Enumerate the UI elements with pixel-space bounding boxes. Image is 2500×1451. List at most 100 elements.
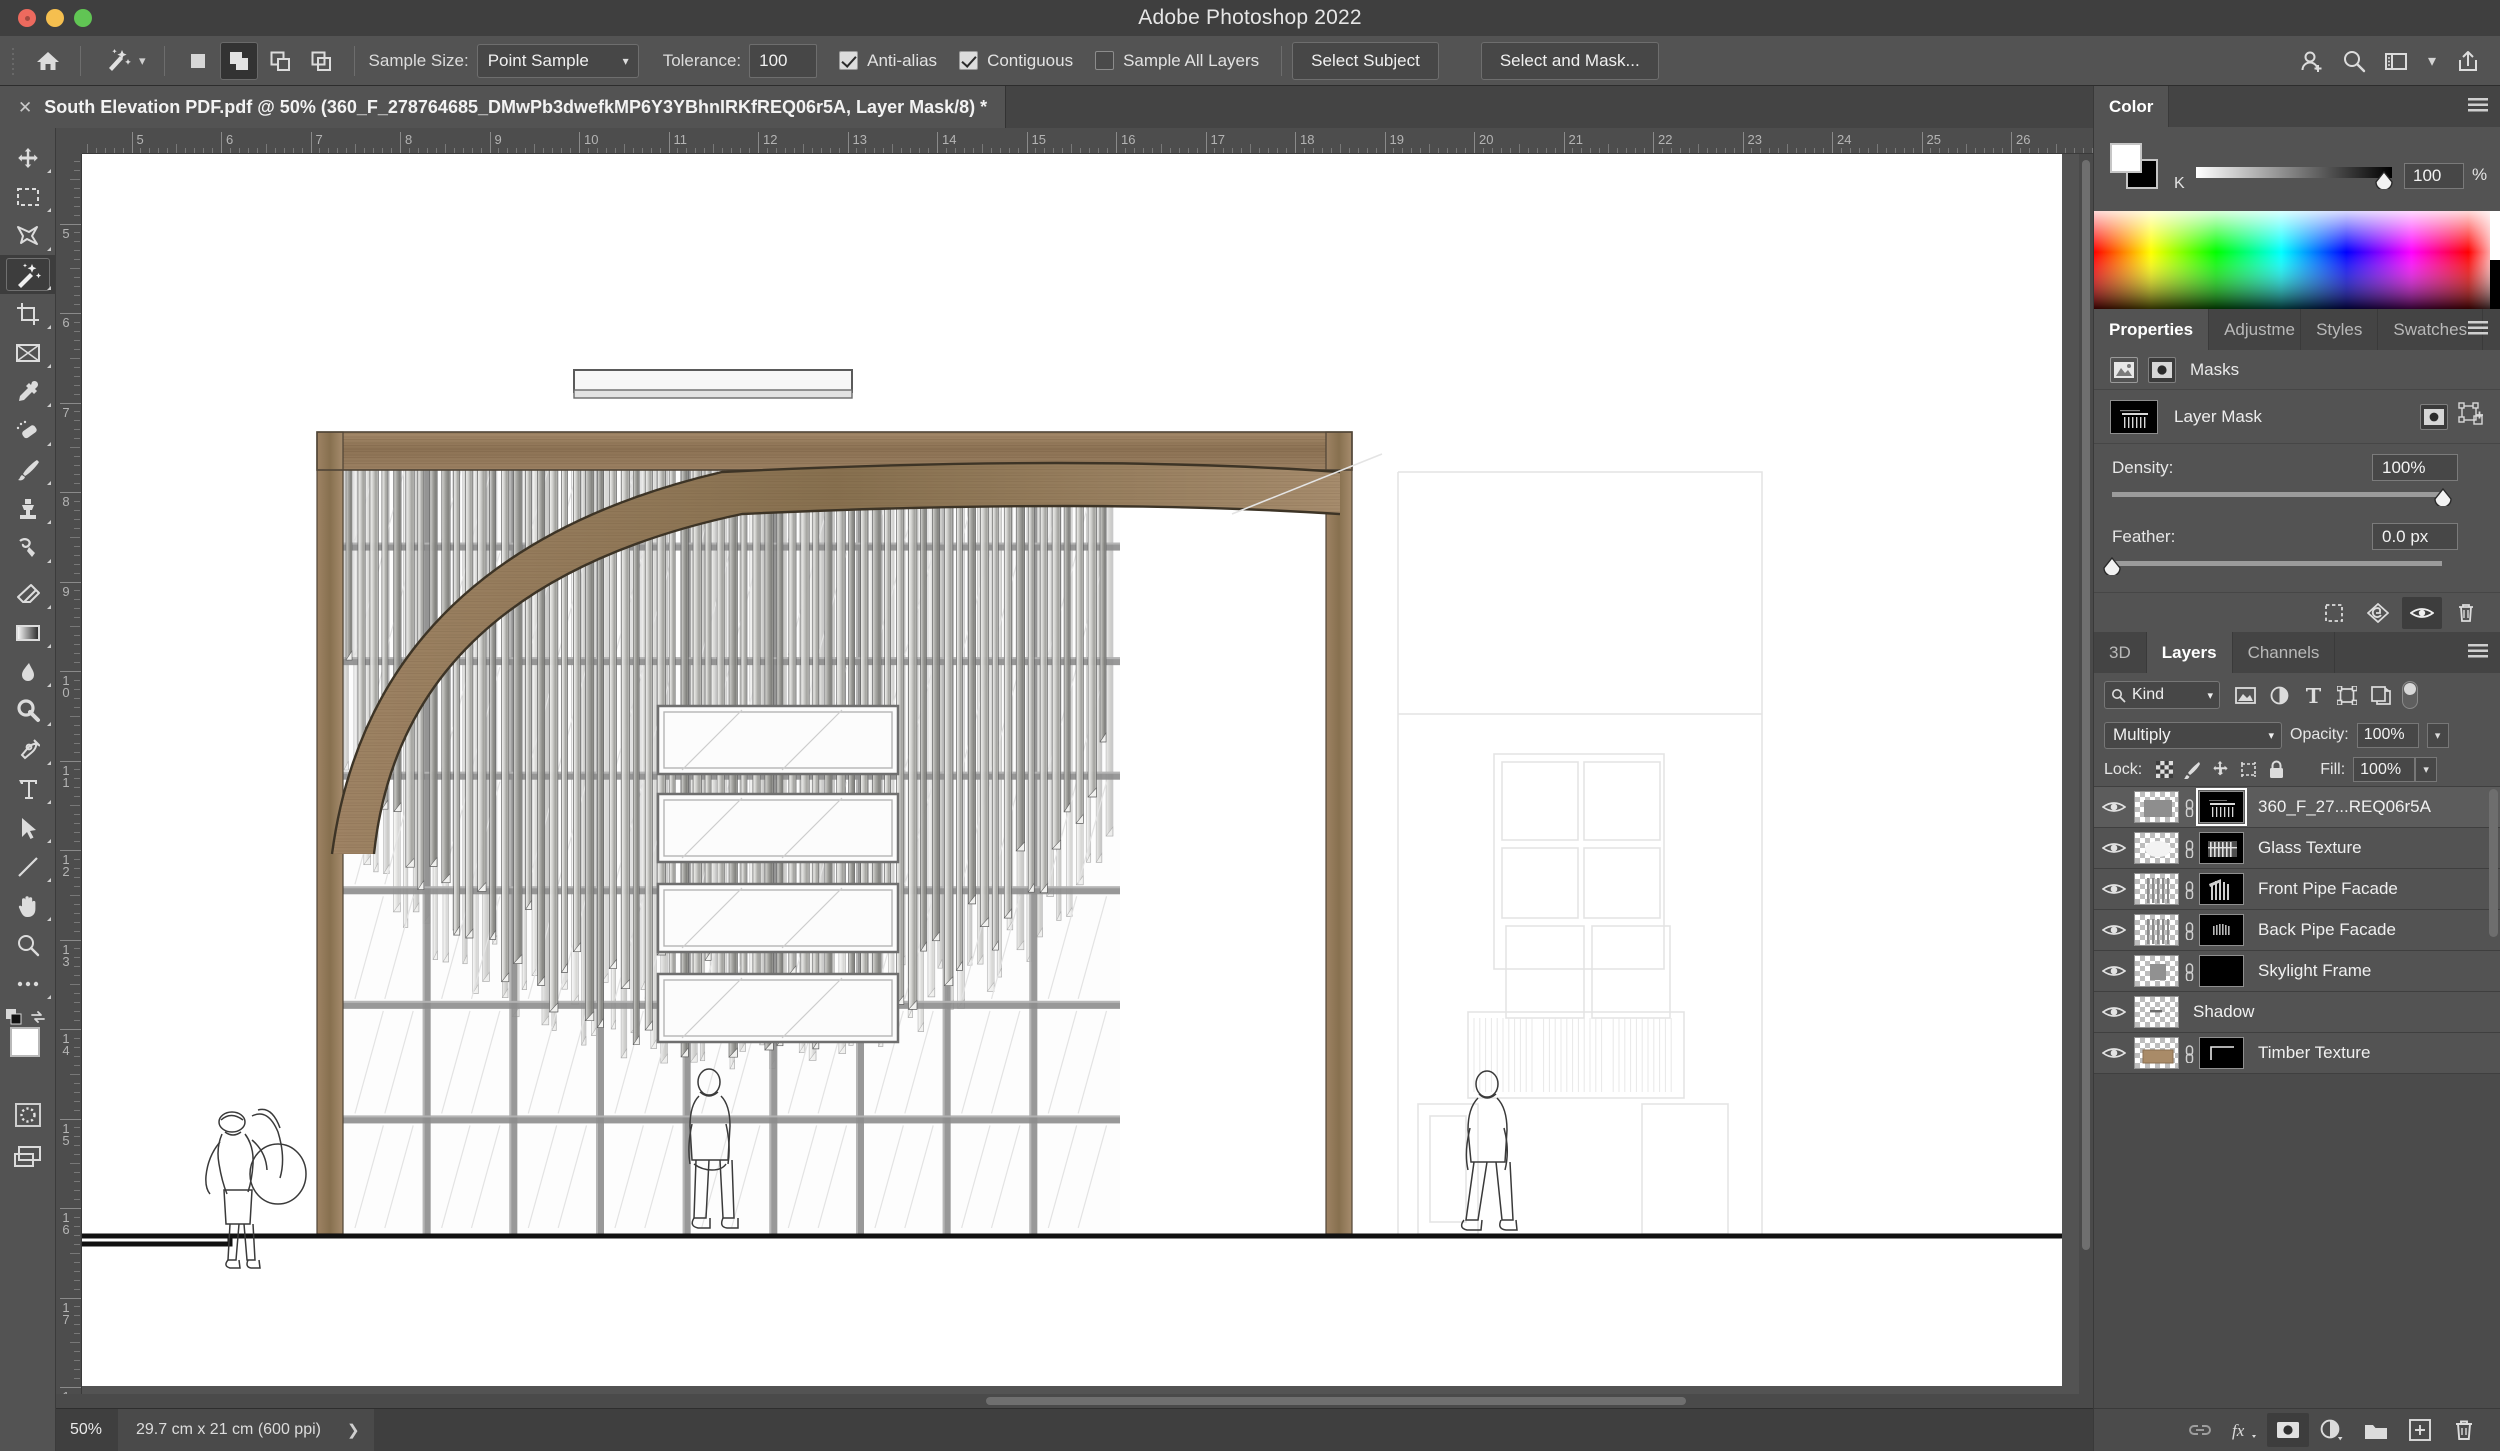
layer-visibility-icon[interactable] [2094,1045,2134,1061]
foreground-color-swatch[interactable] [10,1027,40,1057]
mask-link-icon[interactable] [2179,879,2199,899]
layer-row[interactable]: Timber Texture [2094,1033,2500,1074]
sample-all-layers-checkbox[interactable]: Sample All Layers [1095,51,1259,71]
layer-thumbnail[interactable] [2134,791,2179,823]
search-icon[interactable] [2336,43,2372,79]
brush-tool[interactable] [0,450,56,489]
layer-mask-thumbnail[interactable] [2199,955,2244,987]
path-selection-tool[interactable] [0,808,56,847]
layer-visibility-icon[interactable] [2094,840,2134,856]
add-layer-mask-icon[interactable] [2267,1413,2309,1447]
mask-link-icon[interactable] [2179,961,2199,981]
mask-link-icon[interactable] [2179,838,2199,858]
filter-adjustment-icon[interactable] [2262,680,2296,710]
quick-mask-icon[interactable] [0,1095,56,1135]
feather-value[interactable]: 0.0 px [2372,523,2458,550]
panel-menu-icon[interactable] [2468,98,2488,114]
k-channel-slider-thumb[interactable] [2375,170,2393,191]
zoom-tool[interactable] [0,925,56,964]
layer-thumbnail[interactable] [2134,873,2179,905]
layer-thumbnail[interactable] [2134,914,2179,946]
eyedropper-tool[interactable] [0,372,56,411]
close-icon[interactable]: ✕ [18,99,32,116]
vector-mask-icon[interactable] [2148,356,2176,383]
tab-properties[interactable]: Properties [2094,309,2210,350]
density-value[interactable]: 100% [2372,454,2458,481]
spot-healing-brush-tool[interactable] [0,411,56,450]
lasso-tool[interactable] [0,216,56,255]
move-tool[interactable] [0,138,56,177]
layer-thumbnail[interactable] [2134,832,2179,864]
layer-mask-thumbnail[interactable] [2199,832,2244,864]
subtract-from-selection-button[interactable] [261,42,299,80]
color-spectrum-field[interactable] [2094,211,2500,309]
default-colors-icon[interactable] [6,1009,22,1025]
rectangular-marquee-tool[interactable] [0,177,56,216]
ruler-origin[interactable] [56,128,82,154]
add-pixel-mask-icon[interactable] [2420,403,2448,430]
anti-alias-checkbox[interactable]: Anti-alias [839,51,937,71]
chevron-down-icon[interactable]: ▾ [2420,43,2444,79]
zoom-button[interactable] [74,9,92,27]
mask-thumbnail[interactable] [2110,399,2158,434]
crop-tool[interactable] [0,294,56,333]
layer-row[interactable]: Front Pipe Facade [2094,869,2500,910]
layer-style-fx-icon[interactable]: fx [2223,1413,2265,1447]
line-tool[interactable] [0,847,56,886]
filter-kind-select[interactable]: Kind ▾ [2104,681,2220,709]
load-selection-icon[interactable] [2314,597,2354,629]
foreground-color-swatch[interactable] [2110,143,2142,173]
layer-mask-thumbnail[interactable] [2196,788,2247,826]
frame-tool[interactable] [0,333,56,372]
clone-stamp-tool[interactable] [0,489,56,528]
add-vector-mask-icon[interactable] [2458,402,2484,431]
select-subject-button[interactable]: Select Subject [1292,41,1439,80]
add-to-selection-button[interactable] [219,41,258,80]
lock-artboard-icon[interactable] [2234,757,2262,783]
new-layer-icon[interactable] [2399,1413,2441,1447]
layer-visibility-icon[interactable] [2094,1004,2134,1020]
hand-tool[interactable] [0,886,56,925]
chevron-right-icon[interactable]: ❯ [347,1421,360,1439]
pixel-mask-icon[interactable] [2110,356,2138,383]
tool-preset-picker[interactable]: ▾ [95,43,150,79]
fill-value[interactable]: 100% [2353,757,2416,782]
delete-layer-icon[interactable] [2443,1413,2485,1447]
layer-mask-thumbnail[interactable] [2199,914,2244,946]
layer-thumbnail[interactable] [2134,955,2179,987]
canvas-horizontal-scrollbar[interactable] [56,1394,2093,1408]
tolerance-input[interactable]: 100 [749,43,818,78]
new-group-icon[interactable] [2355,1413,2397,1447]
document-info[interactable]: 29.7 cm x 21 cm (600 ppi) ❯ [118,1408,374,1451]
close-button[interactable] [18,9,36,27]
eraser-tool[interactable] [0,574,56,613]
export-icon[interactable] [2450,43,2486,79]
share-user-icon[interactable] [2294,43,2330,79]
layer-row[interactable]: Skylight Frame [2094,951,2500,992]
edit-toolbar-ellipsis-icon[interactable] [0,964,56,1003]
k-channel-ramp[interactable] [2196,167,2392,178]
tab-color[interactable]: Color [2094,86,2170,127]
color-swatch-pair[interactable] [2110,143,2162,191]
feather-slider-thumb[interactable] [2103,556,2121,577]
fill-stepper[interactable]: ▾ [2415,757,2438,782]
workspace-icon[interactable] [2378,43,2414,79]
filter-smart-object-icon[interactable] [2364,680,2398,710]
minimize-button[interactable] [46,9,64,27]
filter-pixel-icon[interactable] [2228,680,2262,710]
document-tab[interactable]: ✕ South Elevation PDF.pdf @ 50% (360_F_2… [0,86,1007,128]
layer-mask-thumbnail[interactable] [2199,1037,2244,1069]
lock-all-icon[interactable] [2262,757,2290,783]
layers-scrollbar[interactable] [2489,789,2498,937]
intersect-with-selection-button[interactable] [302,42,340,80]
filter-shape-icon[interactable] [2330,680,2364,710]
feather-slider[interactable] [2103,556,2442,577]
lock-transparent-pixels-icon[interactable] [2150,757,2178,783]
options-bar-grip[interactable] [6,45,20,76]
gradient-tool[interactable] [0,613,56,652]
lock-image-pixels-icon[interactable] [2178,757,2206,783]
layer-row[interactable]: Shadow [2094,992,2500,1033]
pen-tool[interactable] [0,730,56,769]
canvas-viewport[interactable] [82,154,2083,1408]
type-tool[interactable] [0,769,56,808]
